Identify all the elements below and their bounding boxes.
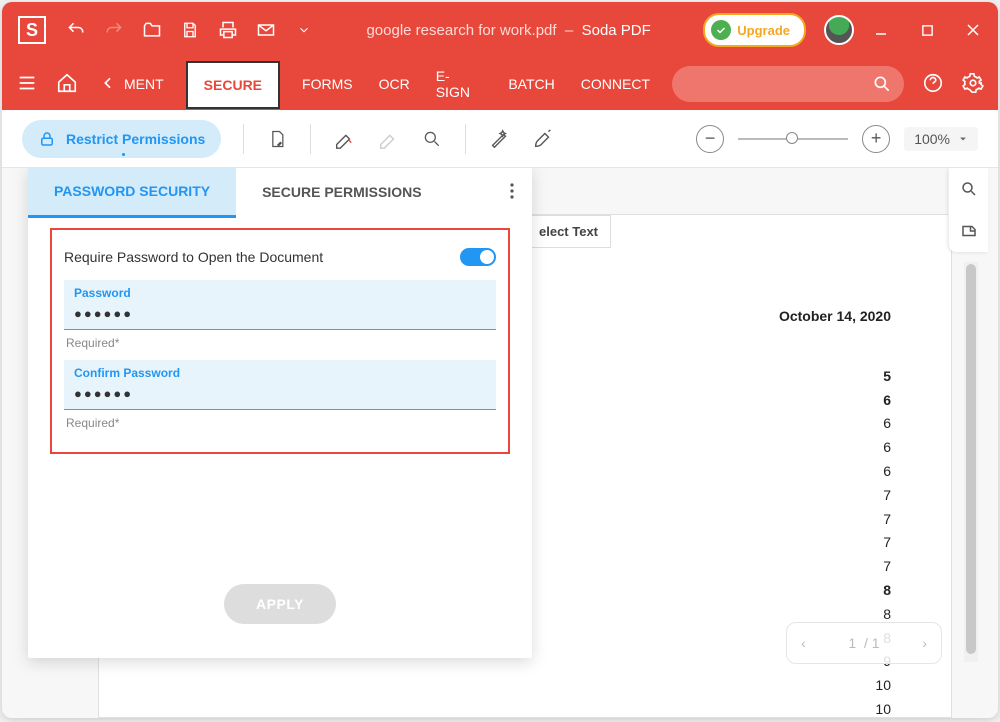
pager-next-icon[interactable]: › [922,635,927,651]
confirm-label: Confirm Password [74,366,486,380]
undo-icon[interactable] [66,20,86,40]
restrict-permissions-button[interactable]: Restrict Permissions [22,120,221,158]
panel-menu-icon[interactable] [510,183,514,202]
tab-partial[interactable]: MENT [120,68,168,100]
chevron-down-icon[interactable] [294,20,314,40]
upgrade-label: Upgrade [737,23,790,38]
apply-button[interactable]: APPLY [224,584,336,624]
wand-icon[interactable] [488,128,510,150]
hamburger-icon[interactable] [16,72,38,97]
vertical-scrollbar[interactable] [964,262,978,662]
brush-icon[interactable] [532,128,554,150]
quick-actions [66,20,314,40]
maximize-button[interactable] [918,21,936,39]
tab-esign[interactable]: E-SIGN [432,60,487,108]
zoom-out-button[interactable]: − [696,125,724,153]
mail-icon[interactable] [256,20,276,40]
print-icon[interactable] [218,20,238,40]
minimize-button[interactable] [872,21,890,39]
tab-ocr[interactable]: OCR [375,68,414,100]
help-icon[interactable] [922,72,944,97]
zoom-controls: − + 100% [696,125,978,153]
confirm-value: ●●●●●● [74,386,486,401]
save-icon[interactable] [180,20,200,40]
separator [243,124,244,154]
require-password-row: Require Password to Open the Document [64,248,496,266]
password-field[interactable]: Password ●●●●●● [64,280,496,330]
tab-batch[interactable]: BATCH [504,68,558,100]
redo-icon[interactable] [104,20,124,40]
password-security-panel: PASSWORD SECURITY SECURE PERMISSIONS Req… [28,168,532,658]
tab-forms[interactable]: FORMS [298,68,357,100]
secure-toolbar: Restrict Permissions − + 100% [2,110,998,168]
panel-tabs: PASSWORD SECURITY SECURE PERMISSIONS [28,168,532,218]
user-avatar[interactable] [824,15,854,45]
confirm-hint: Required* [66,416,496,430]
settings-icon[interactable] [962,72,984,97]
global-search[interactable] [672,66,904,102]
open-icon[interactable] [142,20,162,40]
window-controls [872,21,982,39]
pager-current: 1 [848,635,856,651]
upgrade-button[interactable]: Upgrade [703,13,806,47]
zoom-slider[interactable] [738,138,848,140]
toc-page-number: 10 [209,674,901,698]
tab-secure[interactable]: SECURE [186,61,280,109]
redact-off-icon[interactable] [377,128,399,150]
separator [310,124,311,154]
title-bar: S google research for work.pdf – Soda PD… [2,2,998,58]
rail-tab-icon[interactable] [949,210,988,252]
ribbon-tabs: MENT SECURE FORMS OCR E-SIGN BATCH CONNE… [2,58,998,110]
editor-body: elect Text October 14, 2020 566667777888… [2,168,998,718]
tab-secure-permissions[interactable]: SECURE PERMISSIONS [236,168,447,218]
close-button[interactable] [964,21,982,39]
pager-total: / 1 [864,635,880,651]
search-icon [872,74,892,97]
select-text-tab[interactable]: elect Text [526,215,611,248]
sign-doc-icon[interactable] [266,128,288,150]
restrict-label: Restrict Permissions [66,131,205,147]
pager-prev-icon[interactable]: ‹ [801,635,806,651]
require-password-label: Require Password to Open the Document [64,249,323,265]
redact-icon[interactable] [333,128,355,150]
highlight-region: Require Password to Open the Document Pa… [50,228,510,454]
app-window: S google research for work.pdf – Soda PD… [2,2,998,718]
confirm-password-field[interactable]: Confirm Password ●●●●●● [64,360,496,410]
document-title: google research for work.pdf – Soda PDF [314,22,703,39]
home-icon[interactable] [56,72,78,97]
zoom-level[interactable]: 100% [904,127,978,151]
check-icon [711,20,731,40]
password-value: ●●●●●● [74,306,486,321]
require-password-toggle[interactable] [460,248,496,266]
search-redact-icon[interactable] [421,128,443,150]
app-logo: S [18,16,46,44]
toc-page-number: 10 [209,698,901,718]
tab-connect[interactable]: CONNECT [577,68,654,100]
password-hint: Required* [66,336,496,350]
doc-filename: google research for work.pdf [366,22,556,39]
tab-password-security[interactable]: PASSWORD SECURITY [28,168,236,218]
right-rail [948,168,988,252]
app-name: Soda PDF [582,22,651,39]
zoom-thumb[interactable] [786,132,798,144]
rail-search-icon[interactable] [949,168,988,210]
scroll-thumb[interactable] [966,264,976,654]
zoom-in-button[interactable]: + [862,125,890,153]
tabs-prev-icon[interactable] [100,75,116,94]
page-navigator[interactable]: ‹ 1 / 1 › [786,622,942,664]
password-label: Password [74,286,486,300]
separator [465,124,466,154]
